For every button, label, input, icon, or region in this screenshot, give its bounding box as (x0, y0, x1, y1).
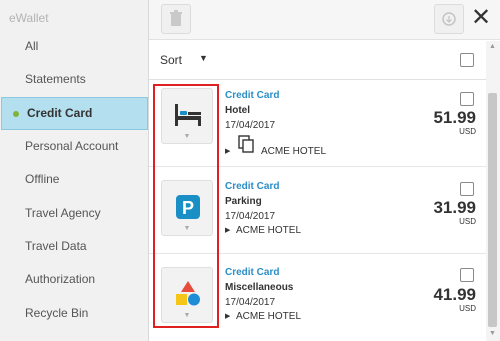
item-amount: 31.99 (433, 198, 476, 217)
item-date: 17/04/2017 (225, 297, 276, 308)
sidebar-item-travel-data[interactable]: Travel Data (0, 230, 149, 263)
expand-caret-icon[interactable]: ▶ (225, 147, 230, 155)
scroll-up-icon[interactable]: ▲ (489, 43, 496, 50)
thumbnail-caret-icon: ▼ (183, 312, 191, 319)
scroll-down-icon[interactable]: ▼ (489, 330, 496, 337)
sidebar-item-all[interactable]: All (0, 30, 149, 63)
sidebar-item-statements[interactable]: Statements (0, 63, 149, 96)
item-vendor: ACME HOTEL (236, 311, 302, 322)
item-checkbox[interactable] (460, 92, 474, 106)
item-thumbnail[interactable]: P ▼ (161, 180, 213, 236)
list-item[interactable]: P ▼ Credit Card Parking 17/04/2017 ▶ ACM… (149, 167, 486, 254)
circle-arrow-icon (442, 12, 456, 26)
sidebar-item-label: Personal Account (25, 139, 119, 153)
item-category: Credit Card (225, 267, 280, 278)
copy-icon[interactable] (238, 135, 254, 153)
trash-icon (170, 10, 182, 26)
item-amount: 41.99 (433, 285, 476, 304)
delete-button[interactable] (161, 4, 191, 34)
thumbnail-caret-icon: ▼ (183, 133, 191, 140)
item-thumbnail[interactable]: ▼ (161, 267, 213, 323)
item-type: Parking (225, 196, 262, 207)
item-date: 17/04/2017 (225, 120, 276, 131)
hotel-bed-icon (175, 104, 201, 126)
parking-icon: P (176, 195, 200, 219)
sidebar-item-label: Statements (25, 72, 86, 86)
item-thumbnail[interactable]: ▼ (161, 88, 213, 144)
item-type: Hotel (225, 105, 250, 116)
sidebar-item-label: Recycle Bin (25, 306, 89, 320)
item-date: 17/04/2017 (225, 211, 276, 222)
active-indicator-dot (13, 111, 19, 117)
expand-caret-icon[interactable]: ▶ (225, 312, 230, 320)
item-checkbox[interactable] (460, 268, 474, 282)
close-button[interactable]: ✕ (471, 6, 491, 30)
sidebar: eWallet All Statements Credit Card Perso… (0, 0, 149, 341)
toolbar: ✕ (149, 0, 500, 40)
sidebar-item-offline[interactable]: Offline (0, 163, 149, 196)
scrollbar[interactable]: ▲ ▼ (486, 41, 500, 341)
app-title: eWallet (9, 11, 49, 25)
sidebar-item-credit-card[interactable]: Credit Card (1, 97, 148, 130)
select-all-checkbox[interactable] (460, 53, 474, 67)
sidebar-item-label: Authorization (25, 272, 96, 286)
expand-caret-icon[interactable]: ▶ (225, 226, 230, 234)
item-currency: USD (459, 127, 476, 136)
sidebar-item-personal-account[interactable]: Personal Account (0, 130, 149, 163)
sidebar-item-recycle-bin[interactable]: Recycle Bin (0, 297, 149, 330)
item-currency: USD (459, 304, 476, 313)
scroll-thumb[interactable] (488, 93, 497, 327)
item-checkbox[interactable] (460, 182, 474, 196)
item-vendor: ACME HOTEL (236, 225, 302, 236)
list-item[interactable]: ▼ Credit Card Miscellaneous 17/04/2017 ▶… (149, 254, 486, 341)
item-category: Credit Card (225, 181, 280, 192)
item-category: Credit Card (225, 90, 280, 101)
thumbnail-caret-icon: ▼ (183, 225, 191, 232)
sidebar-item-label: Travel Agency (25, 206, 101, 220)
action-button[interactable] (434, 4, 464, 34)
item-currency: USD (459, 217, 476, 226)
list-item[interactable]: ▼ Credit Card Hotel 17/04/2017 ▶ ACME HO… (149, 80, 486, 167)
sort-dropdown[interactable]: Sort (160, 53, 182, 67)
item-amount: 51.99 (433, 108, 476, 127)
sidebar-item-label: Travel Data (25, 239, 87, 253)
item-type: Miscellaneous (225, 282, 294, 293)
shapes-icon (176, 281, 200, 306)
sidebar-item-label: All (25, 39, 39, 53)
sort-bar: Sort ▼ (149, 41, 486, 80)
sidebar-item-travel-agency[interactable]: Travel Agency (0, 197, 149, 230)
svg-text:P: P (182, 198, 194, 218)
sidebar-item-label: Credit Card (27, 106, 93, 120)
sidebar-item-label: Offline (25, 172, 60, 186)
item-vendor: ACME HOTEL (261, 146, 327, 157)
main-panel: ✕ Sort ▼ ▼ Credit Card Hotel 17/04/2017 … (149, 0, 500, 341)
chevron-down-icon[interactable]: ▼ (199, 53, 208, 63)
sidebar-item-authorization[interactable]: Authorization (0, 263, 149, 296)
